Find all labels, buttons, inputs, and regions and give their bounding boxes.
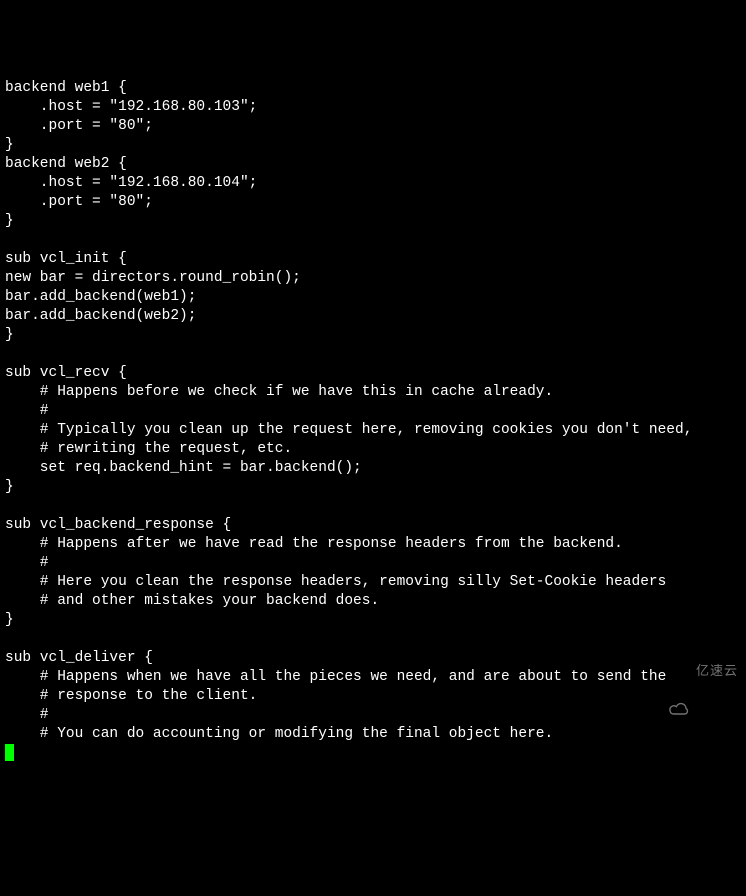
code-line: # and other mistakes your backend does. xyxy=(5,593,379,609)
terminal-cursor xyxy=(5,744,14,761)
code-line: set req.backend_hint = bar.backend(); xyxy=(5,460,362,476)
code-line: .port = "80"; xyxy=(5,118,153,134)
code-line: } xyxy=(5,213,14,229)
code-line: bar.add_backend(web1); xyxy=(5,289,196,305)
code-line: bar.add_backend(web2); xyxy=(5,308,196,324)
code-line: # xyxy=(5,707,49,723)
code-line: } xyxy=(5,327,14,343)
code-line: # response to the client. xyxy=(5,688,257,704)
cloud-icon xyxy=(666,662,692,680)
code-line: # You can do accounting or modifying the… xyxy=(5,726,553,742)
code-line: sub vcl_init { xyxy=(5,251,127,267)
code-line: # Typically you clean up the request her… xyxy=(5,422,692,438)
code-line: sub vcl_backend_response { xyxy=(5,517,231,533)
code-line: # Happens after we have read the respons… xyxy=(5,536,623,552)
code-line: .port = "80"; xyxy=(5,194,153,210)
code-line: } xyxy=(5,479,14,495)
code-line: # Happens when we have all the pieces we… xyxy=(5,669,666,685)
code-line: # xyxy=(5,555,49,571)
code-line: sub vcl_deliver { xyxy=(5,650,153,666)
code-line: } xyxy=(5,137,14,153)
code-line: backend web2 { xyxy=(5,156,127,172)
code-line: .host = "192.168.80.103"; xyxy=(5,99,257,115)
code-line: # Happens before we check if we have thi… xyxy=(5,384,553,400)
code-line: sub vcl_recv { xyxy=(5,365,127,381)
code-line: # Here you clean the response headers, r… xyxy=(5,574,666,590)
code-line: # xyxy=(5,403,49,419)
watermark: 亿速云 xyxy=(666,661,738,680)
code-line: } xyxy=(5,612,14,628)
terminal-code-block: backend web1 { .host = "192.168.80.103";… xyxy=(5,79,741,763)
code-line: # rewriting the request, etc. xyxy=(5,441,292,457)
watermark-text: 亿速云 xyxy=(696,661,738,680)
code-line: backend web1 { xyxy=(5,80,127,96)
code-line: new bar = directors.round_robin(); xyxy=(5,270,301,286)
code-line: .host = "192.168.80.104"; xyxy=(5,175,257,191)
